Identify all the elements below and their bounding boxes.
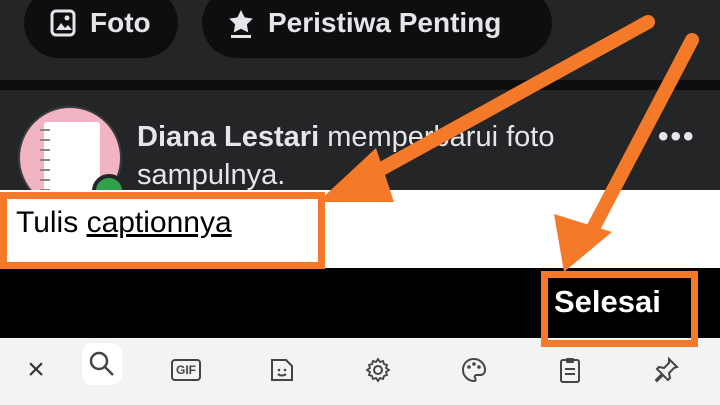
settings-icon[interactable] [358, 350, 398, 390]
caption-highlight-box [0, 192, 325, 269]
life-event-tab-label: Peristiwa Penting [268, 7, 502, 38]
close-icon[interactable]: × [16, 350, 56, 390]
photo-tab-label: Foto [90, 7, 151, 38]
post-description: Diana Lestari memperbarui foto sampulnya… [137, 118, 647, 194]
search-icon[interactable] [82, 343, 122, 385]
photo-icon [46, 6, 80, 40]
gif-label: GIF [171, 359, 201, 381]
life-event-icon [224, 6, 258, 40]
post-header: Diana Lestari memperbarui foto sampulnya… [0, 90, 720, 210]
author-name[interactable]: Diana Lestari [137, 121, 319, 153]
photo-tab[interactable]: Foto [24, 0, 178, 58]
gif-icon[interactable]: GIF [166, 350, 206, 390]
life-event-tab[interactable]: Peristiwa Penting [202, 0, 552, 58]
done-highlight-box [541, 271, 698, 347]
keyboard-toolbar: × GIF [0, 338, 720, 405]
pin-icon[interactable] [646, 350, 686, 390]
sticker-icon[interactable] [262, 350, 302, 390]
theme-palette-icon[interactable] [454, 350, 494, 390]
section-divider [0, 80, 720, 90]
close-glyph: × [27, 353, 45, 386]
media-tab-bar: Foto Peristiwa Penting [0, 0, 720, 80]
clipboard-icon[interactable] [550, 350, 590, 390]
more-options-icon[interactable]: ••• [658, 120, 696, 154]
